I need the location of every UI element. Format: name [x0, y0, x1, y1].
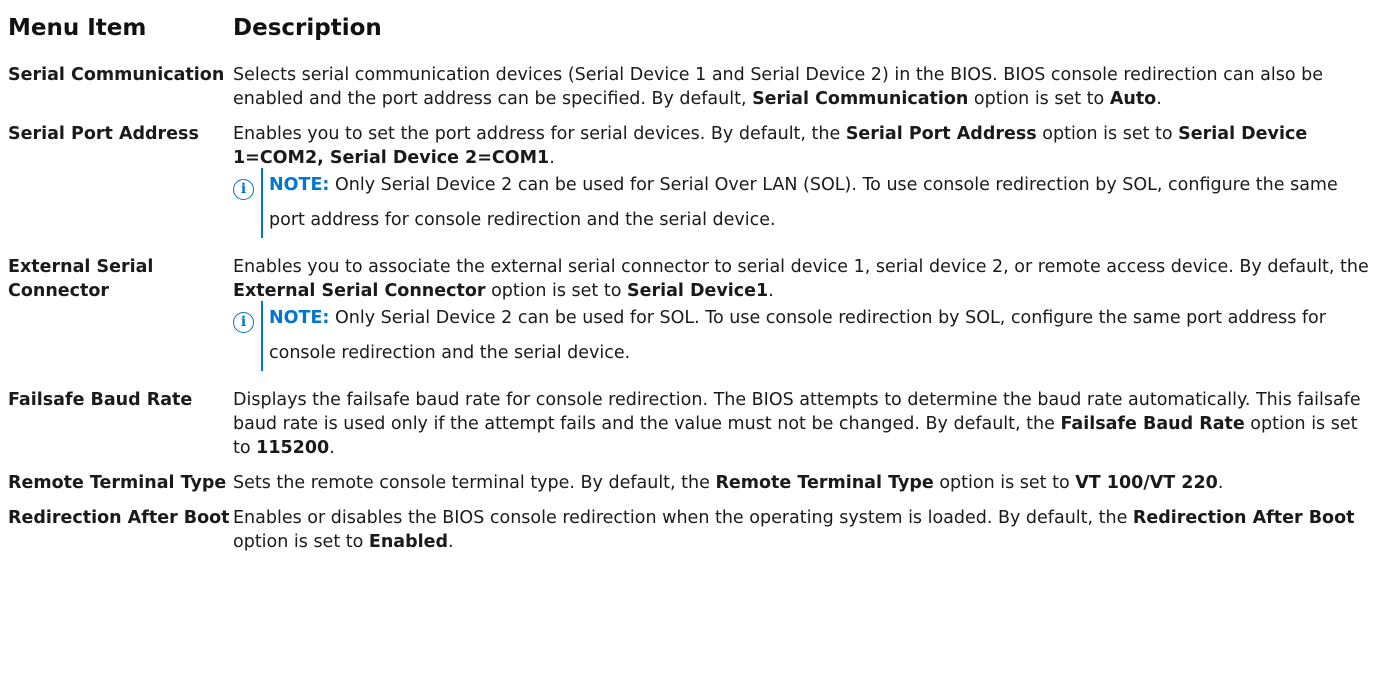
table-row: Serial Communication Selects serial commu… — [8, 56, 1378, 111]
note-callout: i NOTE: Only Serial Device 2 can be used … — [233, 168, 1378, 238]
menu-item-description: Enables or disables the BIOS console red… — [233, 508, 1355, 552]
info-icon: i — [233, 179, 254, 200]
menu-item-name: External Serial Connector — [8, 257, 154, 301]
menu-table: Menu Item Description Serial Communicati… — [0, 0, 1386, 554]
table-row: Serial Port Address Enables you to set th… — [8, 115, 1378, 238]
menu-item-description: Displays the failsafe baud rate for cons… — [233, 390, 1361, 458]
menu-item-name: Redirection After Boot — [8, 508, 230, 528]
note-text: NOTE: Only Serial Device 2 can be used f… — [261, 168, 1378, 238]
table-row: Failsafe Baud Rate Displays the failsafe … — [8, 381, 1378, 460]
menu-item-description: Selects serial communication devices (Se… — [233, 65, 1324, 109]
table-row: Remote Terminal Type Sets the remote cons… — [8, 464, 1378, 495]
note-text: NOTE: Only Serial Device 2 can be used f… — [261, 301, 1378, 371]
header-menu-item: Menu Item — [8, 15, 147, 41]
table-row: External Serial Connector Enables you to … — [8, 248, 1378, 371]
menu-item-description: Enables you to set the port address for … — [233, 115, 1378, 238]
menu-item-description: Enables you to associate the external se… — [233, 248, 1378, 371]
note-callout: i NOTE: Only Serial Device 2 can be used … — [233, 301, 1378, 371]
menu-item-name: Failsafe Baud Rate — [8, 390, 193, 410]
menu-item-description: Sets the remote console terminal type. B… — [233, 473, 1224, 493]
header-description: Description — [233, 15, 382, 41]
table-row: Redirection After Boot Enables or disable… — [8, 499, 1378, 554]
table-header: Menu Item Description — [8, 0, 1378, 56]
info-icon: i — [233, 312, 254, 333]
menu-item-name: Serial Communication — [8, 65, 225, 85]
menu-item-name: Serial Port Address — [8, 124, 199, 144]
menu-item-name: Remote Terminal Type — [8, 473, 227, 493]
table-body: Serial Communication Selects serial commu… — [8, 56, 1378, 554]
